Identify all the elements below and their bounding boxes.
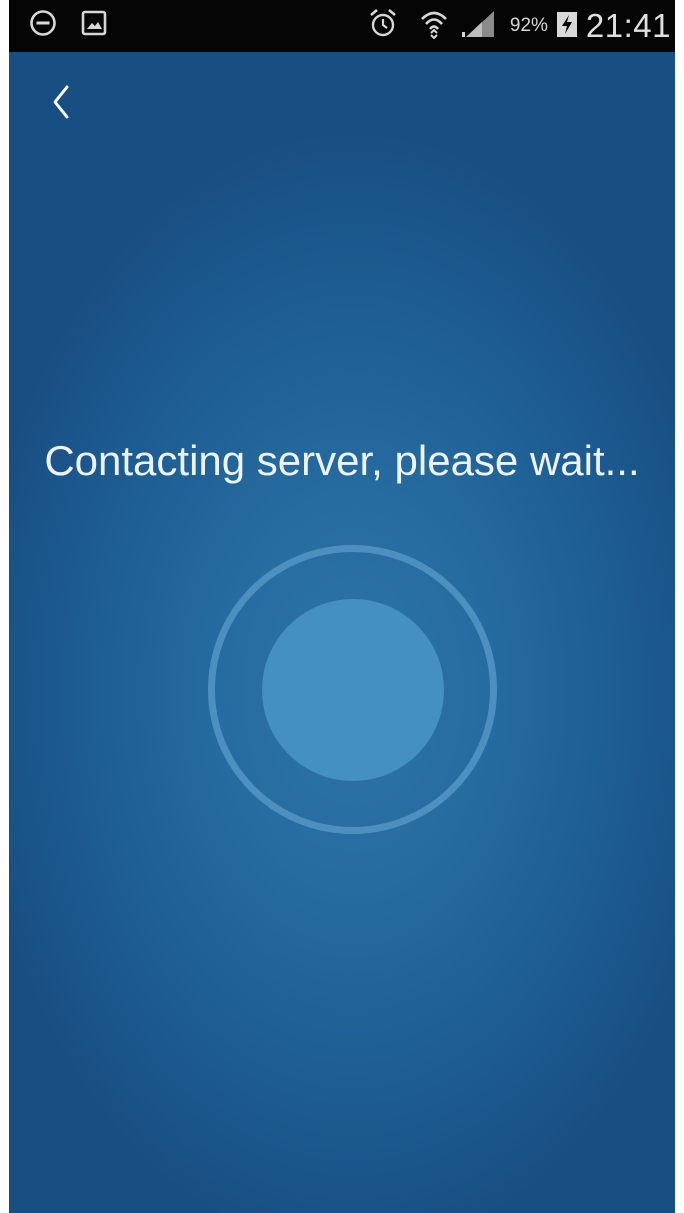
do-not-disturb-icon — [28, 8, 58, 43]
phone-screen: 92% 21:41 Contacting server, please wait… — [9, 0, 675, 1213]
chevron-left-icon — [50, 84, 72, 125]
connecting-screen: Contacting server, please wait... — [9, 52, 675, 1213]
signal-icon — [461, 9, 496, 44]
status-bar: 92% 21:41 — [9, 0, 675, 52]
loading-dot — [262, 599, 444, 781]
back-button[interactable] — [39, 82, 83, 126]
status-clock: 21:41 — [585, 7, 671, 44]
battery-charging-icon — [556, 10, 578, 43]
alarm-icon — [368, 8, 398, 45]
gallery-notification-icon — [79, 8, 109, 43]
status-message: Contacting server, please wait... — [44, 437, 640, 484]
wifi-icon — [420, 9, 448, 44]
battery-percent: 92% — [509, 15, 548, 36]
